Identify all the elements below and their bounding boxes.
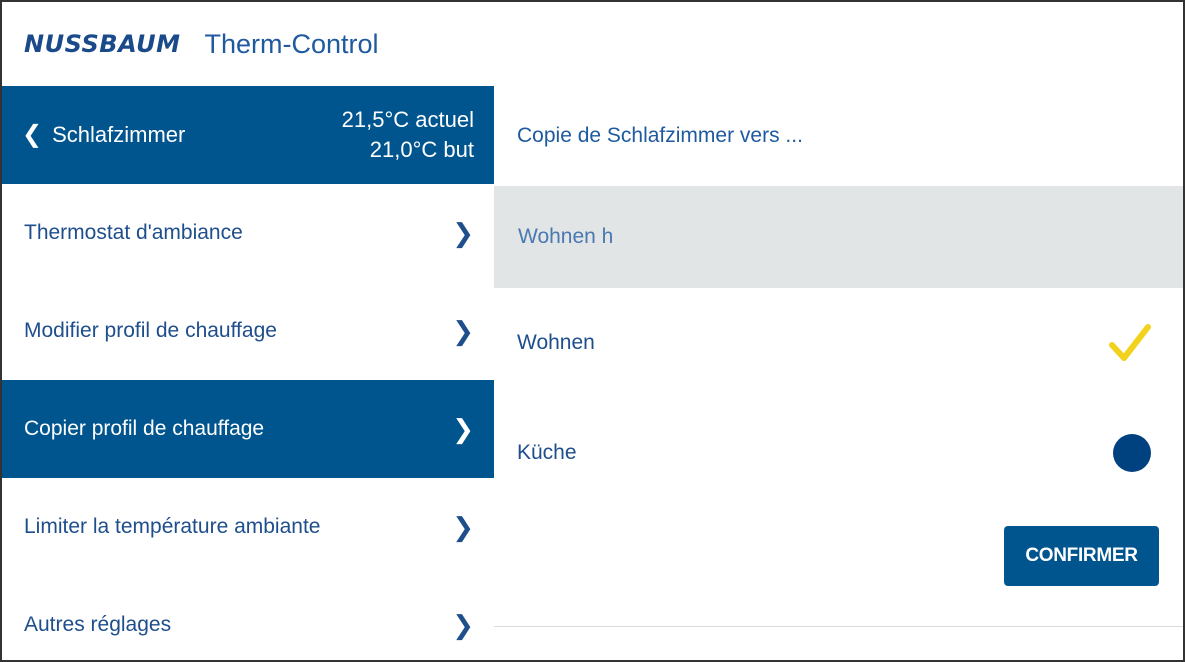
menu-item-limit-temperature[interactable]: Limiter la température ambiante ❯	[2, 478, 494, 576]
menu-item-label: Limiter la température ambiante	[24, 515, 321, 538]
room-header: ❮ Schlafzimmer 21,5°C actuel 21,0°C but	[2, 86, 494, 184]
room-option-label: Wohnen	[517, 331, 595, 354]
chevron-right-icon: ❯	[452, 217, 474, 248]
app-window: NUSSBAUM Therm-Control ❮ Schlafzimmer 21…	[0, 0, 1185, 662]
chevron-left-icon: ❮	[22, 120, 43, 148]
room-name: Schlafzimmer	[52, 122, 186, 147]
menu-item-modify-profile[interactable]: Modifier profil de chauffage ❯	[2, 282, 494, 380]
copy-title: Copie de Schlafzimmer vers ...	[517, 124, 803, 147]
target-temperature: 21,0°C but	[369, 137, 474, 162]
chevron-right-icon: ❯	[452, 315, 474, 346]
room-temperatures: 21,5°C actuel 21,0°C but	[342, 105, 474, 165]
menu-item-label: Copier profil de chauffage	[24, 417, 265, 440]
app-header: NUSSBAUM Therm-Control	[2, 2, 1183, 86]
filled-circle-icon	[1113, 434, 1151, 472]
room-option-kueche[interactable]: Küche	[494, 398, 1183, 508]
back-button[interactable]: ❮ Schlafzimmer	[22, 120, 186, 149]
current-temperature: 21,5°C actuel	[341, 107, 474, 132]
actions-bar: CONFIRMER	[494, 508, 1183, 627]
menu-item-label: Modifier profil de chauffage	[24, 319, 277, 342]
app-title: Therm-Control	[204, 28, 379, 59]
menu-item-thermostat[interactable]: Thermostat d'ambiance ❯	[2, 184, 494, 282]
menu-item-label: Thermostat d'ambiance	[24, 221, 243, 244]
checkmark-icon	[1109, 323, 1151, 363]
menu-item-other-settings[interactable]: Autres réglages ❯	[2, 576, 494, 660]
chevron-right-icon: ❯	[452, 511, 474, 542]
brand-logo: NUSSBAUM	[24, 30, 181, 58]
confirm-button[interactable]: CONFIRMER	[1004, 526, 1159, 586]
chevron-right-icon: ❯	[452, 609, 474, 640]
sidebar: ❮ Schlafzimmer 21,5°C actuel 21,0°C but …	[2, 86, 494, 660]
chevron-right-icon: ❯	[452, 413, 474, 444]
room-search-input[interactable]	[518, 225, 1118, 249]
menu-item-label: Autres réglages	[24, 613, 172, 636]
copy-panel: Copie de Schlafzimmer vers ... Wohnen Kü…	[494, 86, 1183, 660]
room-search-box	[494, 186, 1183, 288]
room-option-label: Küche	[517, 441, 577, 464]
room-option-wohnen[interactable]: Wohnen	[494, 288, 1183, 398]
menu-item-copy-profile[interactable]: Copier profil de chauffage ❯	[2, 380, 494, 478]
